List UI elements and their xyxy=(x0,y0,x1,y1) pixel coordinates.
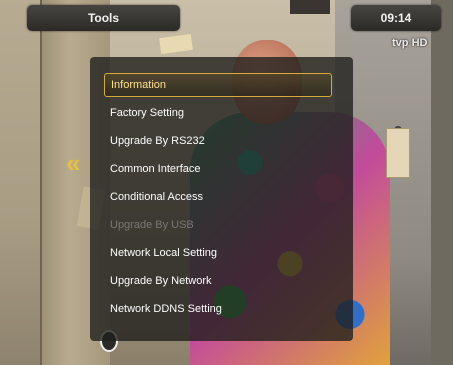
menu-item-label: Upgrade By USB xyxy=(110,219,194,231)
menu-item-factory-setting[interactable]: Factory Setting xyxy=(104,101,332,125)
channel-logo-hd: HD xyxy=(411,37,428,49)
page-title: Tools xyxy=(87,11,120,25)
menu-item-conditional-access[interactable]: Conditional Access xyxy=(104,185,332,209)
menu-item-label: Upgrade By RS232 xyxy=(110,135,205,147)
menu-item-label: Information xyxy=(111,79,167,91)
menu-item-label: Factory Setting xyxy=(110,107,184,119)
clock-bar: 09:14 xyxy=(351,5,441,31)
menu-item-network-local-setting[interactable]: Network Local Setting xyxy=(104,241,332,265)
background-edge xyxy=(431,0,453,365)
tools-menu: Information Factory Setting Upgrade By R… xyxy=(90,57,353,341)
menu-item-label: Network DDNS Setting xyxy=(110,303,222,315)
menu-title-bar: Tools xyxy=(27,5,180,31)
menu-item-label: Conditional Access xyxy=(110,191,203,203)
menu-item-common-interface[interactable]: Common Interface xyxy=(104,157,332,181)
channel-logo: tvp HD xyxy=(392,37,427,49)
background-frame xyxy=(290,0,330,14)
background-arrows-graphic: « xyxy=(66,148,81,178)
menu-item-upgrade-network[interactable]: Upgrade By Network xyxy=(104,269,332,293)
background-door-sign xyxy=(386,128,410,178)
channel-logo-text: tvp xyxy=(392,37,409,49)
menu-item-label: Network Local Setting xyxy=(110,247,217,259)
menu-item-upgrade-rs232[interactable]: Upgrade By RS232 xyxy=(104,129,332,153)
clock-time: 09:14 xyxy=(380,11,412,25)
menu-item-information[interactable]: Information xyxy=(104,73,332,97)
menu-item-upgrade-usb: Upgrade By USB xyxy=(104,213,332,237)
menu-item-label: Common Interface xyxy=(110,163,201,175)
menu-item-label: Upgrade By Network xyxy=(110,275,212,287)
menu-item-network-ddns-setting[interactable]: Network DDNS Setting xyxy=(104,297,332,321)
